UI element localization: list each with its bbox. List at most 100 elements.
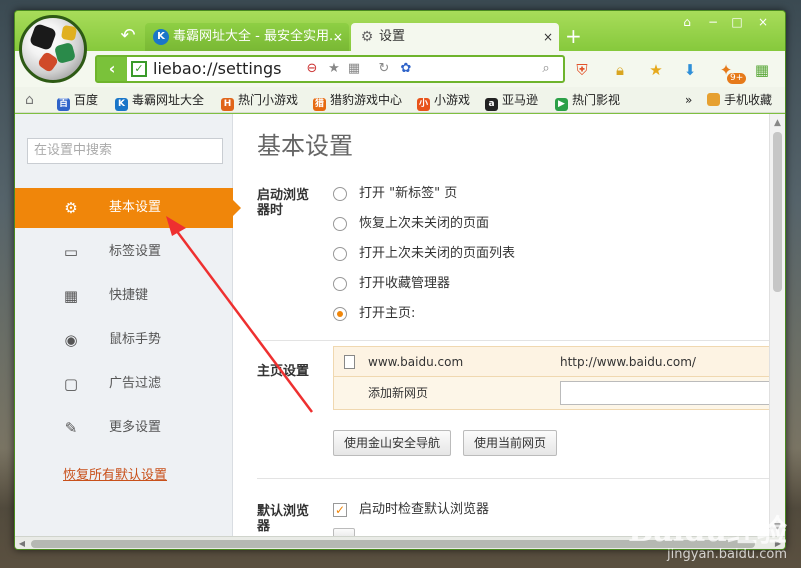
browser-logo-icon[interactable] xyxy=(19,15,87,83)
maximize-button[interactable]: □ xyxy=(725,13,749,31)
scroll-thumb[interactable] xyxy=(773,132,782,292)
radio-button[interactable] xyxy=(333,187,347,201)
tab-close-icon[interactable]: × xyxy=(333,23,343,51)
restore-defaults-link[interactable]: 恢复所有默认设置 xyxy=(63,464,167,483)
tab-label: 毒霸网址大全 - 最安全实用... xyxy=(173,29,342,44)
secure-check-icon: ✓ xyxy=(131,61,147,77)
skin-icon[interactable]: ⌂ xyxy=(675,13,699,31)
baidu-watermark: Baidu经验 jingyan.baidu.com xyxy=(628,516,787,562)
title-bar: ↶ K 毒霸网址大全 - 最安全实用... × ⚙ 设置 × + ⌂ − □ × xyxy=(15,11,785,83)
use-current-page-button[interactable]: 使用当前网页 xyxy=(463,430,558,456)
use-kingsoft-nav-button[interactable]: 使用金山安全导航 xyxy=(333,430,452,456)
add-page-input[interactable] xyxy=(560,381,770,405)
radio-button[interactable] xyxy=(333,277,347,291)
section-divider xyxy=(257,478,771,479)
block-icon[interactable]: ⊖ xyxy=(303,59,321,79)
address-url[interactable]: liebao://settings xyxy=(153,57,281,81)
sidebar-item-shortcuts[interactable]: ▦ 快捷键 xyxy=(15,276,233,316)
amazon-icon: a xyxy=(485,98,498,111)
scroll-left-arrow-icon[interactable]: ◀ xyxy=(15,537,29,549)
bookmark-hot-games[interactable]: H 热门小游戏 xyxy=(221,87,298,113)
star-icon[interactable]: ★ xyxy=(325,59,343,79)
sidebar-item-label: 广告过滤 xyxy=(109,376,162,391)
laptop-icon: ▭ xyxy=(63,243,79,261)
homepage-table: www.baidu.com http://www.baidu.com/ 添加新网… xyxy=(333,346,771,410)
startup-label-line: 器时 xyxy=(257,203,284,218)
sidebar-item-label: 快捷键 xyxy=(109,288,149,303)
radio-button[interactable] xyxy=(333,217,347,231)
shield-icon[interactable]: ⛨ xyxy=(571,59,593,81)
homepage-label: 主页设置 xyxy=(257,364,310,379)
sidebar-item-more[interactable]: ✎ 更多设置 xyxy=(15,408,233,448)
radio-label: 打开主页: xyxy=(359,306,416,321)
new-tab-button[interactable]: + xyxy=(565,25,582,47)
undo-tab-icon[interactable]: ↶ xyxy=(115,25,141,47)
radio-label: 打开收藏管理器 xyxy=(359,276,451,291)
sidebar-item-tabs[interactable]: ▭ 标签设置 xyxy=(15,232,233,272)
tab-close-icon[interactable]: × xyxy=(543,23,553,51)
page-icon xyxy=(344,355,355,369)
sidebar-item-label: 更多设置 xyxy=(109,420,162,435)
qrcode-icon[interactable]: ▦ xyxy=(345,59,363,79)
tab-label: 设置 xyxy=(379,29,406,44)
bookmark-baidu[interactable]: 百百度 xyxy=(57,87,98,113)
window-icon: ▢ xyxy=(63,375,79,393)
bookmark-duba[interactable]: K 毒霸网址大全 xyxy=(115,87,204,113)
bookmark-mini-games[interactable]: 小小游戏 xyxy=(417,87,470,113)
bookmarks-more-button[interactable]: » xyxy=(685,87,692,113)
bookmark-amazon[interactable]: a 亚马逊 xyxy=(485,87,538,113)
bookmark-liebao-games[interactable]: 猎猎豹游戏中心 xyxy=(313,87,402,113)
radio-button-selected[interactable] xyxy=(333,307,347,321)
sidebar-item-ad-filter[interactable]: ▢ 广告过滤 xyxy=(15,364,233,404)
favorite-star-icon[interactable]: ★ xyxy=(645,59,667,81)
bookmark-label: 亚马逊 xyxy=(502,93,539,107)
startup-label: 启动浏览 器时 xyxy=(257,188,309,218)
minimize-button[interactable]: − xyxy=(701,13,725,31)
apps-grid-icon[interactable]: ▦ xyxy=(751,59,773,81)
add-page-label: 添加新网页 xyxy=(368,386,429,400)
close-window-button[interactable]: × xyxy=(751,13,775,31)
settings-page: 在设置中搜索 ⚙ 基本设置 ▭ 标签设置 ▦ 快捷键 ◉ 鼠标手势 ▢ 广告过滤 xyxy=(15,114,785,536)
liebao-games-icon: 猎 xyxy=(313,98,326,111)
homepage-entry[interactable]: www.baidu.com http://www.baidu.com/ xyxy=(334,347,771,377)
bookmark-label: 百度 xyxy=(74,93,99,107)
refresh-icon[interactable]: ↻ xyxy=(375,59,393,79)
page-title: 基本设置 xyxy=(257,132,353,160)
radio-label: 恢复上次未关闭的页面 xyxy=(359,216,490,231)
sidebar-item-mouse-gestures[interactable]: ◉ 鼠标手势 xyxy=(15,320,233,360)
vertical-scrollbar[interactable]: ▲ ▼ xyxy=(769,114,785,536)
sidebar-item-label: 鼠标手势 xyxy=(109,332,162,347)
download-icon[interactable]: ⬇ xyxy=(679,59,701,81)
tab-settings[interactable]: ⚙ 设置 × xyxy=(351,23,559,51)
search-engine-icon[interactable]: ✿ xyxy=(397,59,415,79)
settings-search-input[interactable]: 在设置中搜索 xyxy=(27,138,223,164)
wrench-icon: ✎ xyxy=(64,419,78,437)
bookmark-hot-video[interactable]: ▶ 热门影视 xyxy=(555,87,620,113)
browser-window: ↶ K 毒霸网址大全 - 最安全实用... × ⚙ 设置 × + ⌂ − □ ×… xyxy=(14,10,786,550)
lock-icon[interactable]: 🔒︎ xyxy=(609,59,631,81)
watermark-url: jingyan.baidu.com xyxy=(667,547,787,562)
folder-icon xyxy=(707,93,720,106)
mobile-favorites-label: 手机收藏 xyxy=(724,93,773,107)
home-icon[interactable]: ⌂ xyxy=(25,87,34,113)
sidebar-item-basic[interactable]: ⚙ 基本设置 xyxy=(15,188,241,228)
tab-duba-nav[interactable]: K 毒霸网址大全 - 最安全实用... × xyxy=(145,23,349,51)
bookmarks-bar: ⌂ 百百度 K 毒霸网址大全 H 热门小游戏 猎猎豹游戏中心 小小游戏 a 亚马逊 ▶… xyxy=(15,87,785,113)
radio-button[interactable] xyxy=(333,247,347,261)
settings-sidebar: 在设置中搜索 ⚙ 基本设置 ▭ 标签设置 ▦ 快捷键 ◉ 鼠标手势 ▢ 广告过滤 xyxy=(15,114,241,536)
back-button[interactable]: ‹ xyxy=(97,57,127,81)
duba-tab-icon: K xyxy=(153,29,169,45)
checkbox-checked[interactable]: ✓ xyxy=(333,503,347,517)
set-default-browser-button[interactable] xyxy=(333,528,355,536)
address-bar[interactable]: ‹ ✓ liebao://settings ⊖ ★ ▦ ↻ ✿ ⌕ xyxy=(95,55,565,83)
baidu-icon: 百 xyxy=(57,98,70,111)
search-icon[interactable]: ⌕ xyxy=(537,59,555,79)
duba-icon: K xyxy=(115,98,128,111)
settings-main: 基本设置 启动浏览 器时 打开 "新标签" 页 恢复上次未关闭的页面 打开上次未… xyxy=(241,114,771,536)
video-icon: ▶ xyxy=(555,98,568,111)
hot-games-icon: H xyxy=(221,98,234,111)
homepage-add-row: 添加新网页 xyxy=(334,377,771,409)
scroll-up-arrow-icon[interactable]: ▲ xyxy=(770,116,785,130)
bookmark-label: 小游戏 xyxy=(434,93,471,107)
mobile-favorites[interactable]: 手机收藏 xyxy=(707,87,772,113)
